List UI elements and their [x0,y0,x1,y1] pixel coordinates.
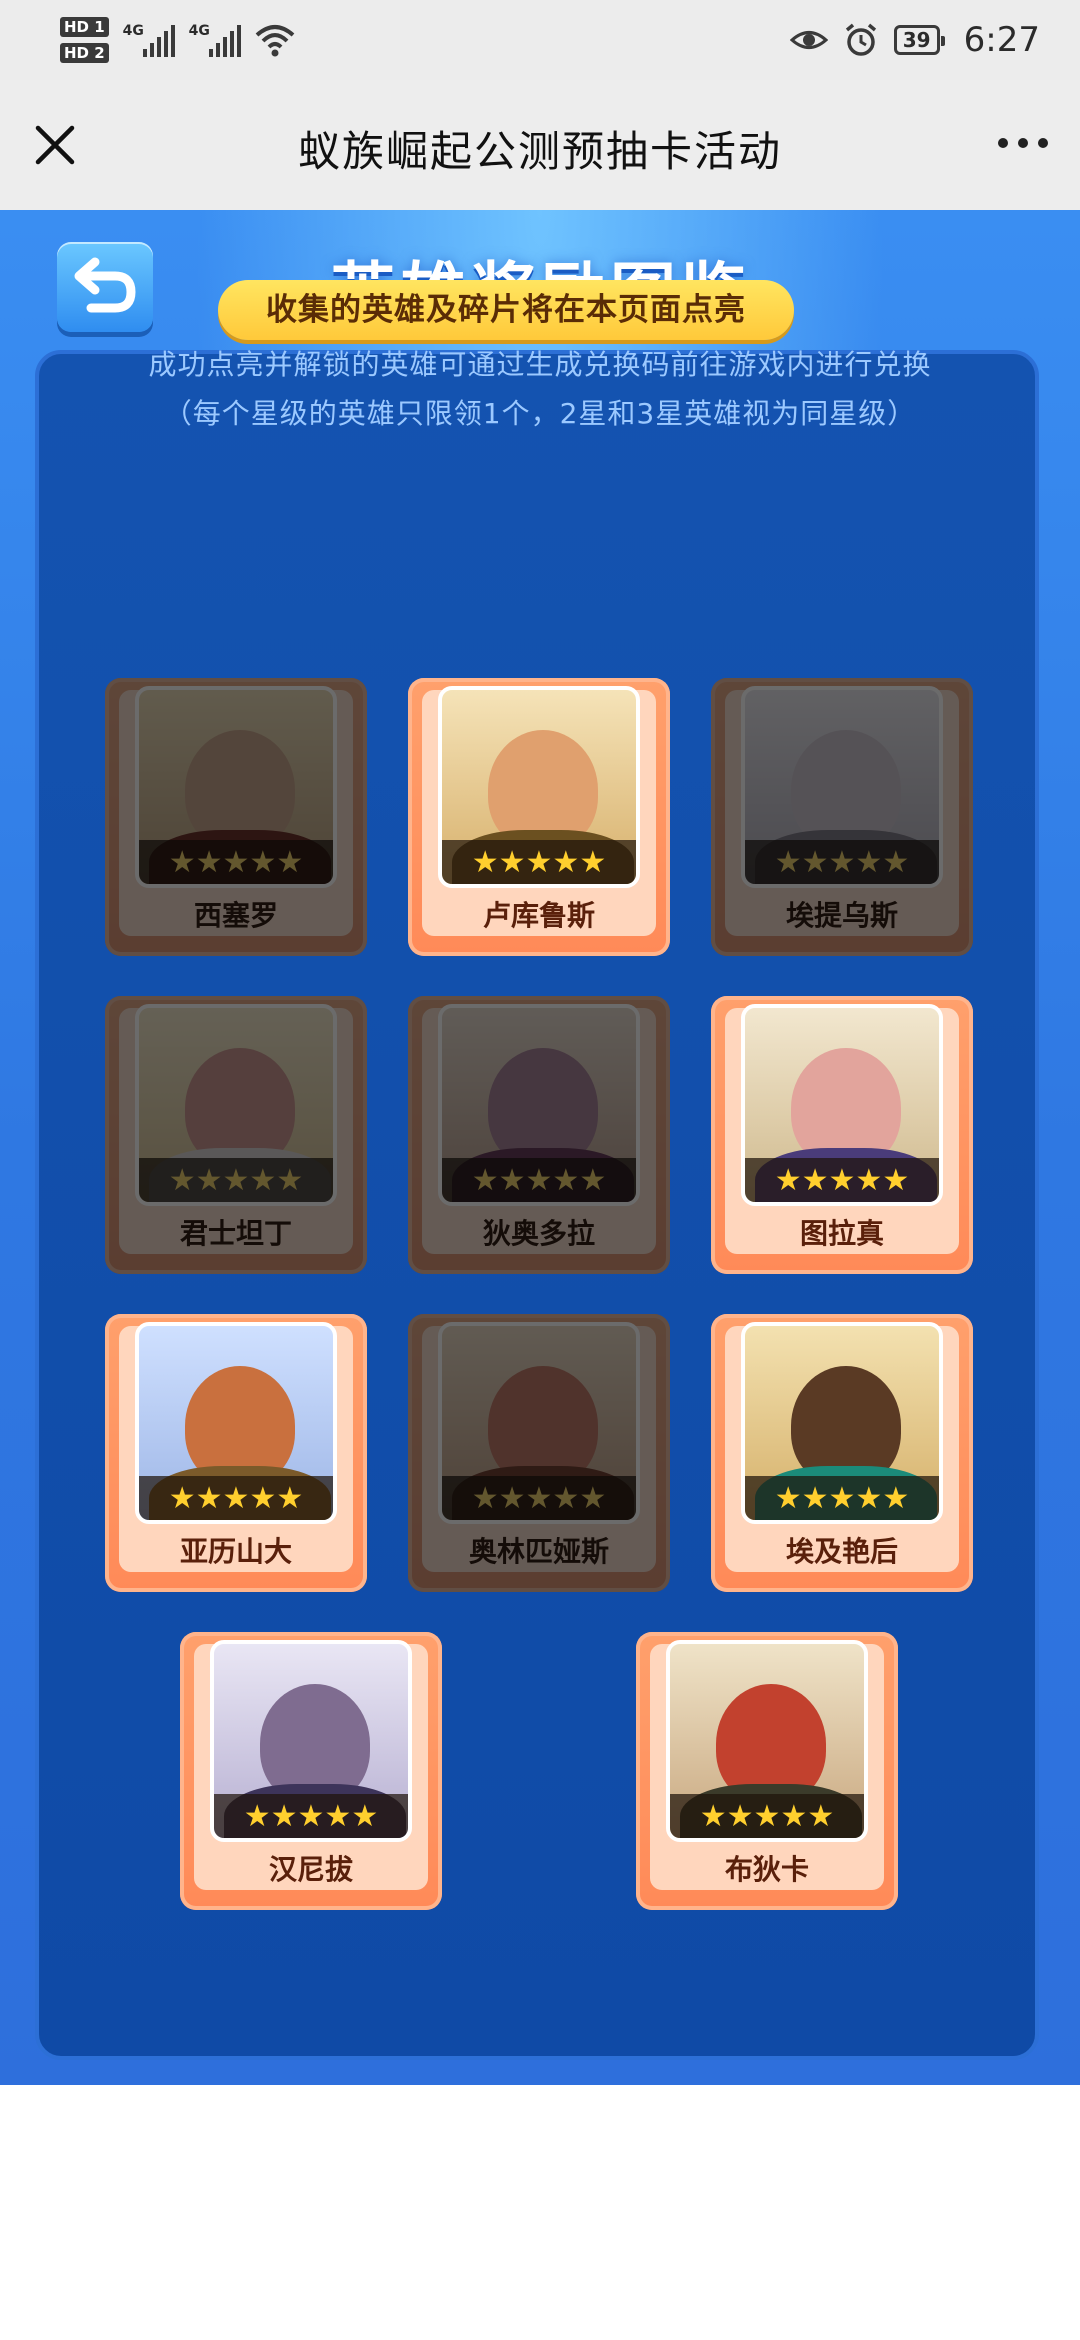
star-rating: ★★★★★ [214,1794,408,1838]
hero-card[interactable]: ★★★★★ 图拉真 [711,996,973,1274]
game-webview: 英雄奖励图鉴 收集的英雄及碎片将在本页面点亮 成功点亮并解锁的英雄可通过生成兑换… [0,210,1080,2085]
star-rating: ★★★★★ [139,1158,333,1202]
signal-icon-1: 4G [123,23,175,57]
star-rating: ★★★★★ [139,840,333,884]
star-rating: ★★★★★ [670,1794,864,1838]
hero-name: 图拉真 [799,1217,884,1250]
hd2-badge: HD 2 [60,43,109,63]
star-rating: ★★★★★ [745,1158,939,1202]
wifi-icon [255,25,294,57]
star-rating: ★★★★★ [745,840,939,884]
hero-card[interactable]: ★★★★★ 汉尼拔 [180,1632,442,1910]
eye-icon [789,31,828,49]
hero-name: 布狄卡 [724,1853,809,1886]
hero-name: 卢库鲁斯 [482,899,595,932]
hero-name: 奥林匹娅斯 [468,1535,609,1568]
clock: 6:27 [963,20,1040,60]
hero-name: 亚历山大 [179,1535,292,1568]
hd1-badge: HD 1 [60,17,109,37]
hero-card[interactable]: ★★★★★ 君士坦丁 [105,996,367,1274]
star-rating: ★★★★★ [139,1476,333,1520]
star-rating: ★★★★★ [442,840,636,884]
more-options-icon[interactable] [998,138,1048,148]
hero-card[interactable]: ★★★★★ 埃及艳后 [711,1314,973,1592]
star-rating: ★★★★★ [745,1476,939,1520]
hero-card[interactable]: ★★★★★ 狄奥多拉 [408,996,670,1274]
hero-card[interactable]: ★★★★★ 西塞罗 [105,678,367,956]
hero-name: 狄奥多拉 [482,1217,595,1250]
hero-name: 埃提乌斯 [785,899,898,932]
app-title-bar: 蚁族崛起公测预抽卡活动 [0,80,1080,210]
hero-card[interactable]: ★★★★★ 亚历山大 [105,1314,367,1592]
hero-card[interactable]: ★★★★★ 埃提乌斯 [711,678,973,956]
battery-icon: 39 [893,25,945,55]
notice-banner: 收集的英雄及碎片将在本页面点亮 [218,280,794,340]
star-rating: ★★★★★ [442,1158,636,1202]
hero-name: 汉尼拔 [268,1853,353,1886]
hero-name: 埃及艳后 [785,1535,898,1568]
star-rating: ★★★★★ [442,1476,636,1520]
signal-icon-2: 4G [189,23,241,57]
page-title-bar-text: 蚁族崛起公测预抽卡活动 [297,127,782,176]
hero-name: 君士坦丁 [179,1217,292,1250]
status-bar: HD 1 HD 2 4G 4G 39 6:27 [0,0,1080,80]
description-text: 成功点亮并解锁的英雄可通过生成兑换码前往游戏内进行兑换（每个星级的英雄只限领1个… [148,348,932,430]
hero-card[interactable]: ★★★★★ 布狄卡 [636,1632,898,1910]
alarm-icon [845,23,876,56]
hero-card[interactable]: ★★★★★ 奥林匹娅斯 [408,1314,670,1592]
hero-card[interactable]: ★★★★★ 卢库鲁斯 [408,678,670,956]
hero-name: 西塞罗 [193,899,278,932]
